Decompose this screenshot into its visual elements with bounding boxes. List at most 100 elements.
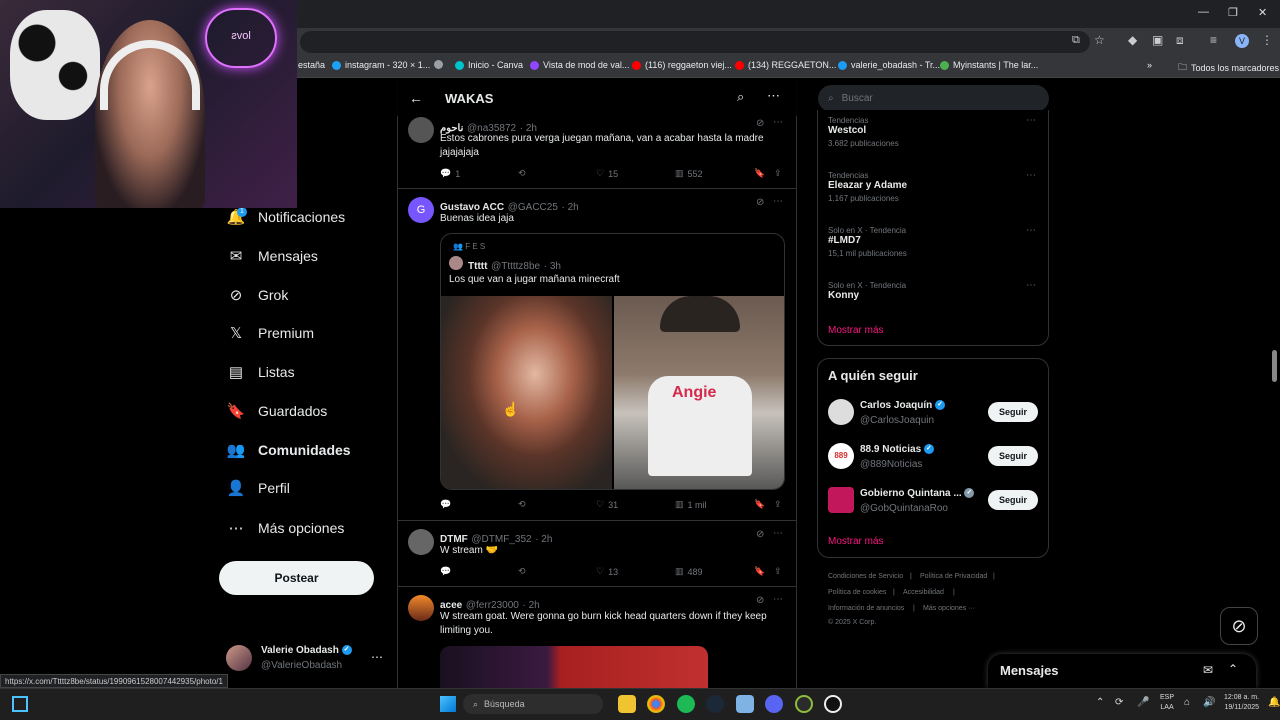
retweet-button[interactable]: ⟲ xyxy=(518,499,526,510)
taskbar-search[interactable]: ⌕ Búsqueda xyxy=(463,694,603,714)
footer-link[interactable]: Información de anuncios xyxy=(828,605,904,612)
follow-avatar[interactable] xyxy=(828,399,854,425)
like-button[interactable]: ♡ 31 xyxy=(596,499,618,510)
quote-image-left[interactable] xyxy=(441,296,612,489)
tweet-avatar[interactable]: G xyxy=(408,197,434,223)
follow-name[interactable]: Carlos Joaquín ✓ xyxy=(860,400,946,411)
follow-name[interactable]: 88.9 Noticias ✓ xyxy=(860,444,934,455)
trend-item[interactable]: Solo en X · Tendencia Konny xyxy=(828,281,906,301)
share-icon[interactable]: ⇪ xyxy=(774,168,782,179)
bookmark-item[interactable]: (134) REGGAETON... xyxy=(735,60,836,70)
follow-button[interactable]: Seguir xyxy=(988,402,1038,422)
retweet-button[interactable]: ⟲ xyxy=(518,168,526,179)
reply-button[interactable]: 💬 xyxy=(440,499,455,510)
bookmark-item[interactable]: Inicio - Canva xyxy=(455,60,523,70)
scrollbar-thumb[interactable] xyxy=(1272,350,1277,382)
views-button[interactable]: ▥ 552 xyxy=(675,168,703,179)
all-bookmarks[interactable]: 🗀 Todos los marcadores xyxy=(1178,60,1279,76)
reply-button[interactable]: 💬 xyxy=(440,566,455,577)
footer-link[interactable]: Política de cookies xyxy=(828,589,886,596)
more-options-icon[interactable]: ⋯ xyxy=(1026,225,1036,236)
star-icon[interactable]: ☆ xyxy=(1094,33,1105,47)
microphone-icon[interactable]: 🎤 xyxy=(1137,697,1149,708)
grok-icon[interactable]: ⊘ xyxy=(756,197,764,208)
bookmark-item[interactable]: instagram - 320 × 1... xyxy=(332,60,430,70)
follow-button[interactable]: Seguir xyxy=(988,490,1038,510)
more-options-icon[interactable]: ⋯ xyxy=(767,88,780,104)
puzzle-icon[interactable]: ⧈ xyxy=(1176,33,1184,48)
grok-icon[interactable]: ⊘ xyxy=(756,118,764,129)
trend-item[interactable]: Tendencias Westcol 3.682 publicaciones xyxy=(828,116,899,148)
address-bar[interactable] xyxy=(300,31,1090,53)
tweet-avatar[interactable] xyxy=(408,595,434,621)
bookmark-item[interactable]: valerie_obadash - Tr... xyxy=(838,60,940,70)
task-view-icon[interactable] xyxy=(12,696,28,712)
extension-icon[interactable]: ◆ xyxy=(1128,33,1137,47)
chrome-icon[interactable] xyxy=(647,695,665,713)
volume-icon[interactable]: 🔊 xyxy=(1203,697,1215,708)
search-icon[interactable]: ⌕ xyxy=(737,89,744,105)
more-options-icon[interactable]: ⋯ xyxy=(1026,115,1036,126)
more-bookmarks[interactable]: » xyxy=(1147,60,1152,70)
views-button[interactable]: ▥ 489 xyxy=(675,566,703,577)
follow-avatar[interactable]: 889 xyxy=(828,443,854,469)
more-options-icon[interactable]: ⋯ xyxy=(773,528,783,539)
show-more-link[interactable]: Mostrar más xyxy=(828,536,884,547)
discord-icon[interactable] xyxy=(765,695,783,713)
kebab-menu-icon[interactable]: ⋮ xyxy=(1261,33,1273,47)
profile-avatar[interactable]: V xyxy=(1235,34,1249,48)
sidebar-item-comunidades[interactable]: 👥 Comunidades xyxy=(227,442,351,459)
sidebar-item-guardados[interactable]: 🔖 Guardados xyxy=(227,403,328,420)
post-button[interactable]: Postear xyxy=(219,561,374,595)
language-indicator[interactable]: ESP LAA xyxy=(1160,693,1174,713)
more-options-icon[interactable]: ⋯ xyxy=(773,196,783,207)
trend-item[interactable]: Solo en X · Tendencia #LMD7 15,1 mil publi… xyxy=(828,226,907,258)
retweet-button[interactable]: ⟲ xyxy=(518,566,526,577)
footer-link[interactable]: Política de Privacidad xyxy=(920,573,987,580)
minimize-icon[interactable]: — xyxy=(1198,6,1209,18)
grok-icon[interactable]: ⊘ xyxy=(756,595,764,606)
follow-name[interactable]: Gobierno Quintana ... ✓ xyxy=(860,488,975,499)
follow-button[interactable]: Seguir xyxy=(988,446,1038,466)
footer-link[interactable]: Condiciones de Servicio xyxy=(828,573,903,580)
account-name[interactable]: Valerie Obadash ✓ xyxy=(261,645,352,656)
more-options-icon[interactable]: ⋯ xyxy=(1026,280,1036,291)
windows-start-icon[interactable] xyxy=(440,696,456,712)
notifications-icon[interactable]: 🔔 xyxy=(1268,697,1280,708)
clock[interactable]: 12:08 a. m. 19/11/2025 xyxy=(1224,693,1259,713)
account-avatar[interactable] xyxy=(226,645,252,671)
bookmark-button[interactable]: 🔖 xyxy=(754,499,765,510)
trend-item[interactable]: Tendencias Eleazar y Adame 1.167 publicaci… xyxy=(828,171,907,203)
spotify-icon[interactable] xyxy=(677,695,695,713)
tweet-avatar[interactable] xyxy=(408,117,434,143)
grok-icon[interactable]: ⊘ xyxy=(756,529,764,540)
sidebar-item-mensajes[interactable]: ✉ Mensajes xyxy=(228,248,318,265)
obs-icon[interactable] xyxy=(824,695,842,713)
share-icon[interactable]: ⇪ xyxy=(774,499,782,510)
sidebar-item-premium[interactable]: 𝕏 Premium xyxy=(228,325,314,342)
photos-icon[interactable] xyxy=(736,695,754,713)
xbox-icon[interactable] xyxy=(795,695,813,713)
sync-icon[interactable]: ⟳ xyxy=(1115,697,1123,708)
tweet-avatar[interactable] xyxy=(408,529,434,555)
new-message-icon[interactable]: ✉ xyxy=(1203,663,1213,677)
sidebar-item-grok[interactable]: ⊘ Grok xyxy=(228,287,289,304)
grok-floating-button[interactable]: ⊘ xyxy=(1220,607,1258,645)
tweet-media[interactable] xyxy=(440,646,708,688)
bookmark-button[interactable]: 🔖 xyxy=(754,168,765,179)
chevron-up-icon[interactable]: ⌃ xyxy=(1096,697,1104,708)
account-more-icon[interactable]: ⋯ xyxy=(371,650,383,664)
file-explorer-icon[interactable] xyxy=(618,695,636,713)
more-options-icon[interactable]: ⋯ xyxy=(1026,170,1036,181)
reply-button[interactable]: 💬 1 xyxy=(440,168,460,179)
screen-cast-icon[interactable]: ⧉ xyxy=(1072,34,1080,47)
like-button[interactable]: ♡ 13 xyxy=(596,566,618,577)
more-options-icon[interactable]: ⋯ xyxy=(773,594,783,605)
views-button[interactable]: ▥ 1 mil xyxy=(675,499,707,510)
bookmark-item[interactable]: estaña xyxy=(298,60,325,70)
search-input[interactable]: ⌕ Buscar xyxy=(818,85,1049,112)
like-button[interactable]: ♡ 15 xyxy=(596,168,618,179)
bookmark-item[interactable]: Myinstants | The lar... xyxy=(940,60,1038,70)
bookmark-button[interactable]: 🔖 xyxy=(754,566,765,577)
close-icon[interactable]: ✕ xyxy=(1258,6,1267,19)
